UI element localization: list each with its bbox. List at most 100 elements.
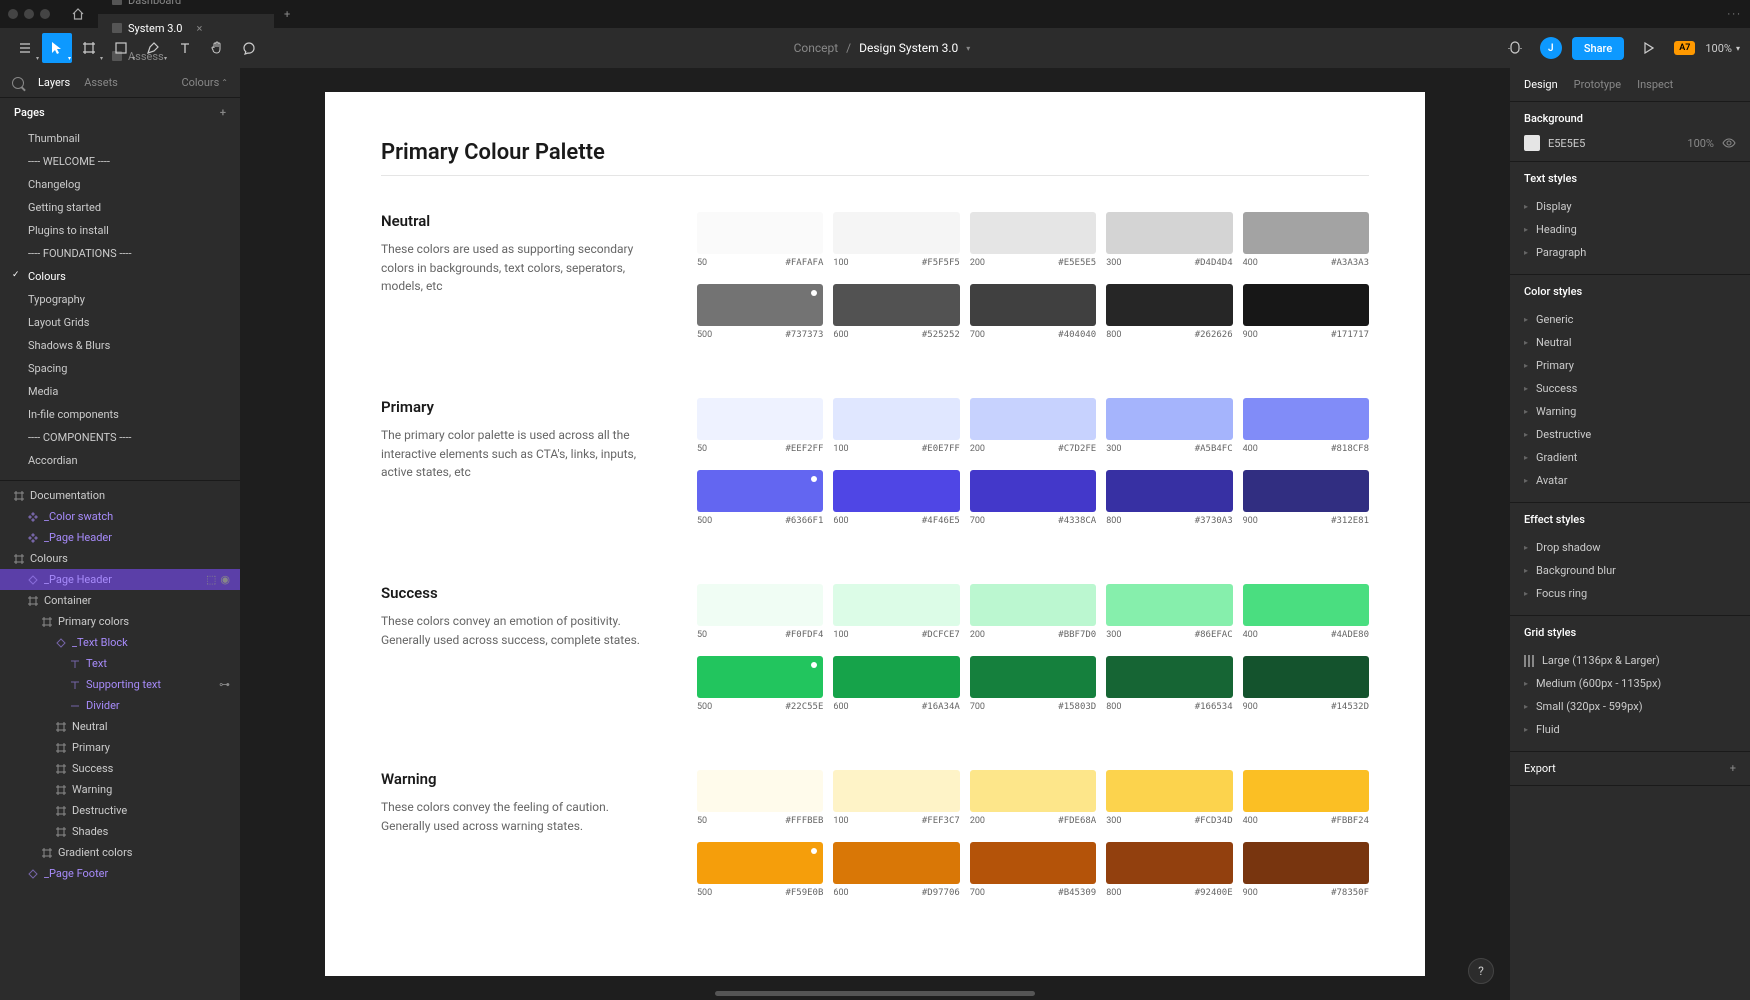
color-swatch[interactable]: 500#22C55E bbox=[697, 656, 823, 722]
overflow-menu-icon[interactable]: ··· bbox=[1727, 8, 1742, 21]
color-swatch[interactable]: 50#FAFAFA bbox=[697, 212, 823, 278]
color-swatch[interactable]: 900#312E81 bbox=[1243, 470, 1369, 536]
move-tool[interactable]: ▾ bbox=[42, 33, 72, 63]
inspector-tab[interactable]: Inspect bbox=[1637, 78, 1673, 91]
layer-row[interactable]: Success bbox=[0, 758, 240, 779]
style-folder[interactable]: ▸Generic bbox=[1524, 308, 1736, 331]
color-swatch[interactable]: 700#4338CA bbox=[970, 470, 1096, 536]
visibility-toggle-icon[interactable] bbox=[1722, 138, 1736, 148]
layer-row[interactable]: _Page Header bbox=[0, 527, 240, 548]
layer-row[interactable]: _Text Block bbox=[0, 632, 240, 653]
color-swatch[interactable]: 100#F5F5F5 bbox=[833, 212, 959, 278]
color-swatch[interactable]: 900#78350F bbox=[1243, 842, 1369, 908]
color-swatch[interactable]: 300#FCD34D bbox=[1106, 770, 1232, 836]
style-folder[interactable]: ▸Avatar bbox=[1524, 469, 1736, 492]
layer-row[interactable]: Text bbox=[0, 653, 240, 674]
style-folder[interactable]: ▸Success bbox=[1524, 377, 1736, 400]
add-page-button[interactable]: + bbox=[220, 106, 226, 119]
breadcrumb[interactable]: Concept / Design System 3.0 ▾ bbox=[794, 41, 971, 55]
page-item[interactable]: Colours bbox=[0, 265, 240, 288]
window-controls[interactable] bbox=[8, 9, 50, 19]
chevron-down-icon[interactable]: ▾ bbox=[966, 44, 970, 53]
style-folder[interactable]: ▸Focus ring bbox=[1524, 582, 1736, 605]
hand-tool[interactable] bbox=[202, 33, 232, 63]
style-folder[interactable]: ▸Heading bbox=[1524, 218, 1736, 241]
color-swatch[interactable]: 900#14532D bbox=[1243, 656, 1369, 722]
add-export-button[interactable]: + bbox=[1730, 762, 1736, 775]
color-swatch[interactable]: 400#A3A3A3 bbox=[1243, 212, 1369, 278]
page-item[interactable]: Accordian bbox=[0, 449, 240, 472]
present-button[interactable] bbox=[1634, 33, 1664, 63]
color-swatch[interactable]: 50#F0FDF4 bbox=[697, 584, 823, 650]
layers-filter[interactable]: Colours⌃ bbox=[181, 76, 228, 89]
page-item[interactable]: Layout Grids bbox=[0, 311, 240, 334]
color-swatch[interactable]: 100#DCFCE7 bbox=[833, 584, 959, 650]
layer-row[interactable]: _Page Header⬚◉ bbox=[0, 569, 240, 590]
breadcrumb-project[interactable]: Concept bbox=[794, 41, 839, 55]
style-folder[interactable]: ▸Paragraph bbox=[1524, 241, 1736, 264]
text-tool[interactable] bbox=[170, 33, 200, 63]
audio-chat-icon[interactable] bbox=[1500, 33, 1530, 63]
color-swatch[interactable]: 600#525252 bbox=[833, 284, 959, 350]
color-swatch[interactable]: 50#EEF2FF bbox=[697, 398, 823, 464]
layer-row[interactable]: Primary colors bbox=[0, 611, 240, 632]
page-item[interactable]: Media bbox=[0, 380, 240, 403]
style-folder[interactable]: ▸Fluid bbox=[1524, 718, 1736, 741]
style-folder[interactable]: ▸Gradient bbox=[1524, 446, 1736, 469]
layers-tab[interactable]: Layers bbox=[38, 76, 70, 89]
color-swatch[interactable]: 50#FFFBEB bbox=[697, 770, 823, 836]
inspector-tab[interactable]: Design bbox=[1524, 78, 1558, 91]
background-value[interactable]: E5E5E5 bbox=[1548, 137, 1679, 150]
page-item[interactable]: Spacing bbox=[0, 357, 240, 380]
page-item[interactable]: Changelog bbox=[0, 173, 240, 196]
color-swatch[interactable]: 400#FBBF24 bbox=[1243, 770, 1369, 836]
breadcrumb-file[interactable]: Design System 3.0 bbox=[859, 41, 958, 55]
color-swatch[interactable]: 700#404040 bbox=[970, 284, 1096, 350]
color-swatch[interactable]: 300#D4D4D4 bbox=[1106, 212, 1232, 278]
page-item[interactable]: Plugins to install bbox=[0, 219, 240, 242]
color-swatch[interactable]: 900#171717 bbox=[1243, 284, 1369, 350]
layer-row[interactable]: Colours bbox=[0, 548, 240, 569]
layer-row[interactable]: Neutral bbox=[0, 716, 240, 737]
layer-row[interactable]: Gradient colors bbox=[0, 842, 240, 863]
background-opacity[interactable]: 100% bbox=[1687, 137, 1714, 150]
user-avatar[interactable]: J bbox=[1540, 37, 1562, 59]
canvas[interactable]: Primary Colour Palette NeutralThese colo… bbox=[240, 68, 1510, 1000]
file-tab[interactable]: Dashboard bbox=[98, 0, 274, 14]
lock-icon[interactable]: ⬚ bbox=[206, 573, 216, 586]
color-swatch[interactable]: 600#4F46E5 bbox=[833, 470, 959, 536]
layer-row[interactable]: Container bbox=[0, 590, 240, 611]
color-swatch[interactable]: 800#92400E bbox=[1106, 842, 1232, 908]
plan-badge[interactable]: A7 bbox=[1674, 41, 1695, 55]
layer-row[interactable]: Divider bbox=[0, 695, 240, 716]
artboard[interactable]: Primary Colour Palette NeutralThese colo… bbox=[325, 92, 1425, 976]
color-swatch[interactable]: 200#E5E5E5 bbox=[970, 212, 1096, 278]
frame-tool[interactable]: ▾ bbox=[74, 33, 104, 63]
layer-row[interactable]: _Color swatch bbox=[0, 506, 240, 527]
style-folder[interactable]: ▸Small (320px - 599px) bbox=[1524, 695, 1736, 718]
color-swatch[interactable]: 200#BBF7D0 bbox=[970, 584, 1096, 650]
pen-tool[interactable]: ▾ bbox=[138, 33, 168, 63]
color-swatch[interactable]: 400#4ADE80 bbox=[1243, 584, 1369, 650]
color-swatch[interactable]: 300#86EFAC bbox=[1106, 584, 1232, 650]
color-swatch[interactable]: 600#D97706 bbox=[833, 842, 959, 908]
color-swatch[interactable]: 100#E0E7FF bbox=[833, 398, 959, 464]
page-item[interactable]: Typography bbox=[0, 288, 240, 311]
color-swatch[interactable]: 800#262626 bbox=[1106, 284, 1232, 350]
color-swatch[interactable]: 800#3730A3 bbox=[1106, 470, 1232, 536]
color-swatch[interactable]: 100#FEF3C7 bbox=[833, 770, 959, 836]
search-icon[interactable] bbox=[12, 77, 24, 89]
color-swatch[interactable]: 300#A5B4FC bbox=[1106, 398, 1232, 464]
color-swatch[interactable]: 800#166534 bbox=[1106, 656, 1232, 722]
layer-row[interactable]: Destructive bbox=[0, 800, 240, 821]
inspector-tab[interactable]: Prototype bbox=[1574, 78, 1621, 91]
color-swatch[interactable]: 500#737373 bbox=[697, 284, 823, 350]
color-swatch[interactable]: 200#FDE68A bbox=[970, 770, 1096, 836]
visibility-icon[interactable]: ◉ bbox=[220, 573, 230, 586]
color-swatch[interactable]: 700#B45309 bbox=[970, 842, 1096, 908]
layer-row[interactable]: Supporting text⊶ bbox=[0, 674, 240, 695]
layer-row[interactable]: Primary bbox=[0, 737, 240, 758]
style-folder[interactable]: ▸Medium (600px - 1135px) bbox=[1524, 672, 1736, 695]
main-menu-button[interactable]: ▾ bbox=[10, 33, 40, 63]
color-swatch[interactable]: 400#818CF8 bbox=[1243, 398, 1369, 464]
